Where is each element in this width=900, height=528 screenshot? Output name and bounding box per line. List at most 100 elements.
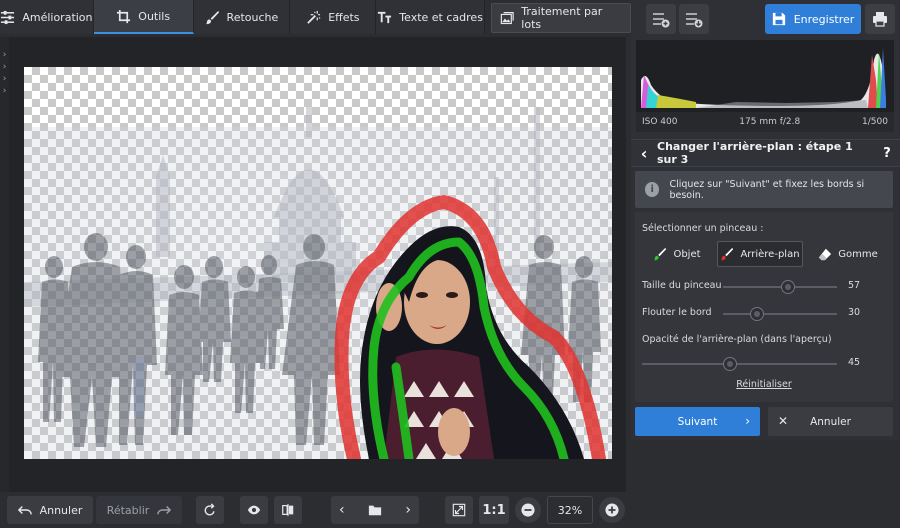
previous-file-button[interactable]: ‹ <box>339 502 345 518</box>
zoom-level-field[interactable]: 32% <box>547 496 593 524</box>
brush-size-slider[interactable] <box>723 281 837 293</box>
zoom-value: 32% <box>557 503 583 517</box>
right-panel-footer <box>631 440 900 528</box>
photo-content <box>24 107 612 459</box>
cancel-button[interactable]: ✕ Annuler <box>768 407 893 436</box>
brush-icon <box>654 247 667 261</box>
print-button[interactable] <box>865 4 895 34</box>
undo-button[interactable]: Annuler <box>7 496 93 524</box>
cancel-label: Annuler <box>810 415 851 428</box>
back-button[interactable]: ‹ <box>631 144 657 163</box>
select-brush-label: Sélectionner un pinceau : <box>642 223 764 234</box>
right-panel-header: Enregistrer <box>631 0 900 38</box>
brush-options: Objet Arrière-plan Gomme <box>639 241 891 267</box>
tab-texte-et-cadres[interactable]: Texte et cadres <box>376 0 485 34</box>
next-file-button[interactable]: › <box>405 502 411 518</box>
compare-button[interactable] <box>274 496 302 524</box>
tab-label: Texte et cadres <box>399 10 483 24</box>
actual-size-button[interactable]: 1:1 <box>479 496 509 524</box>
images-stack-icon <box>500 11 514 24</box>
folder-icon[interactable] <box>368 503 382 517</box>
save-label: Enregistrer <box>793 12 855 26</box>
minus-icon <box>521 503 535 517</box>
save-button[interactable]: Enregistrer <box>765 4 861 34</box>
load-preset-button[interactable] <box>679 4 709 34</box>
photo-canvas[interactable] <box>24 67 612 459</box>
fit-screen-icon <box>452 503 466 517</box>
chevron-right-icon: › <box>2 74 7 84</box>
tab-label: Outils <box>138 9 171 23</box>
brush-background-button[interactable]: Arrière-plan <box>717 241 803 267</box>
brush-eraser-label: Gomme <box>838 248 878 260</box>
rotate-button[interactable] <box>196 496 224 524</box>
brush-eraser-button[interactable]: Gomme <box>805 241 891 267</box>
brush-icon <box>205 10 219 24</box>
side-panel-toggle[interactable]: › › › › <box>0 37 9 492</box>
tab-label: Amélioration <box>22 10 93 24</box>
photo-editor-app: Amélioration Outils Retouche Effets Text… <box>0 0 900 528</box>
brush-object-button[interactable]: Objet <box>639 241 715 267</box>
undo-icon <box>17 506 32 515</box>
plus-icon <box>605 503 619 517</box>
info-box: i Cliquez sur "Suivant" et fixez les bor… <box>635 171 893 208</box>
bottom-toolbar: Annuler Rétablir ‹ › 1:1 32% <box>0 492 631 528</box>
magic-wand-icon <box>307 10 321 24</box>
batch-processing-button[interactable]: Traitement par lots <box>490 3 632 33</box>
zoom-out-button[interactable] <box>515 497 541 523</box>
next-label: Suivant <box>677 415 718 428</box>
add-preset-button[interactable] <box>646 4 676 34</box>
ratio-label: 1:1 <box>482 502 506 518</box>
rotate-icon <box>204 503 215 516</box>
right-panel: Enregistrer ISO 400 175 mm f/2.8 1/500 ‹… <box>631 0 900 528</box>
sliders-download-icon <box>686 13 703 28</box>
tab-effets[interactable]: Effets <box>290 0 377 34</box>
sliders-add-icon <box>653 13 670 28</box>
histogram-chart <box>636 40 894 112</box>
batch-label: Traitement par lots <box>521 5 603 31</box>
redo-button[interactable]: Rétablir <box>96 496 182 524</box>
fit-to-screen-button[interactable] <box>445 496 473 524</box>
redo-label: Rétablir <box>106 503 150 517</box>
tab-outils[interactable]: Outils <box>93 0 194 34</box>
sliders-icon <box>1 10 15 24</box>
file-navigation: ‹ › <box>331 496 419 524</box>
tab-label: Retouche <box>226 10 279 24</box>
slider-handle[interactable] <box>751 308 764 320</box>
reset-link[interactable]: Réinitialiser <box>635 379 893 390</box>
brush-icon <box>721 247 734 261</box>
eye-icon <box>247 505 261 515</box>
text-icon <box>378 11 392 23</box>
brush-size-value: 57 <box>848 280 861 291</box>
background-opacity-slider[interactable] <box>642 358 837 370</box>
info-text: Cliquez sur "Suivant" et fixez les bords… <box>669 178 865 201</box>
histogram-panel: ISO 400 175 mm f/2.8 1/500 <box>636 40 894 132</box>
floppy-disk-icon <box>772 12 785 26</box>
blur-edge-label: Flouter le bord <box>642 307 712 318</box>
printer-icon <box>873 12 887 27</box>
chevron-right-icon: › <box>2 50 7 60</box>
tab-amelioration[interactable]: Amélioration <box>0 0 94 34</box>
lens-value: 175 mm f/2.8 <box>739 117 801 127</box>
blur-edge-slider[interactable] <box>723 308 837 320</box>
background-opacity-label: Opacité de l'arrière-plan (dans l'aperçu… <box>642 334 832 345</box>
next-button[interactable]: Suivant › <box>635 407 760 436</box>
exif-info: ISO 400 175 mm f/2.8 1/500 <box>636 112 894 132</box>
brush-settings: Sélectionner un pinceau : Objet Arrière-… <box>635 212 893 402</box>
iso-value: ISO 400 <box>642 117 678 127</box>
slider-handle[interactable] <box>781 281 794 293</box>
preview-button[interactable] <box>240 496 268 524</box>
tab-retouche[interactable]: Retouche <box>193 0 291 34</box>
blur-edge-value: 30 <box>848 307 861 318</box>
zoom-in-button[interactable] <box>599 497 625 523</box>
slider-handle[interactable] <box>723 358 736 370</box>
eraser-icon <box>819 248 832 261</box>
undo-label: Annuler <box>39 503 83 517</box>
chevron-right-icon: › <box>2 86 7 96</box>
close-icon: ✕ <box>778 414 789 428</box>
compare-icon <box>282 503 294 517</box>
help-button[interactable]: ? <box>874 146 900 161</box>
tab-label: Effets <box>328 10 360 24</box>
main-toolbar: Amélioration Outils Retouche Effets Text… <box>0 0 632 37</box>
shutter-value: 1/500 <box>862 117 888 127</box>
canvas-area <box>9 37 626 492</box>
